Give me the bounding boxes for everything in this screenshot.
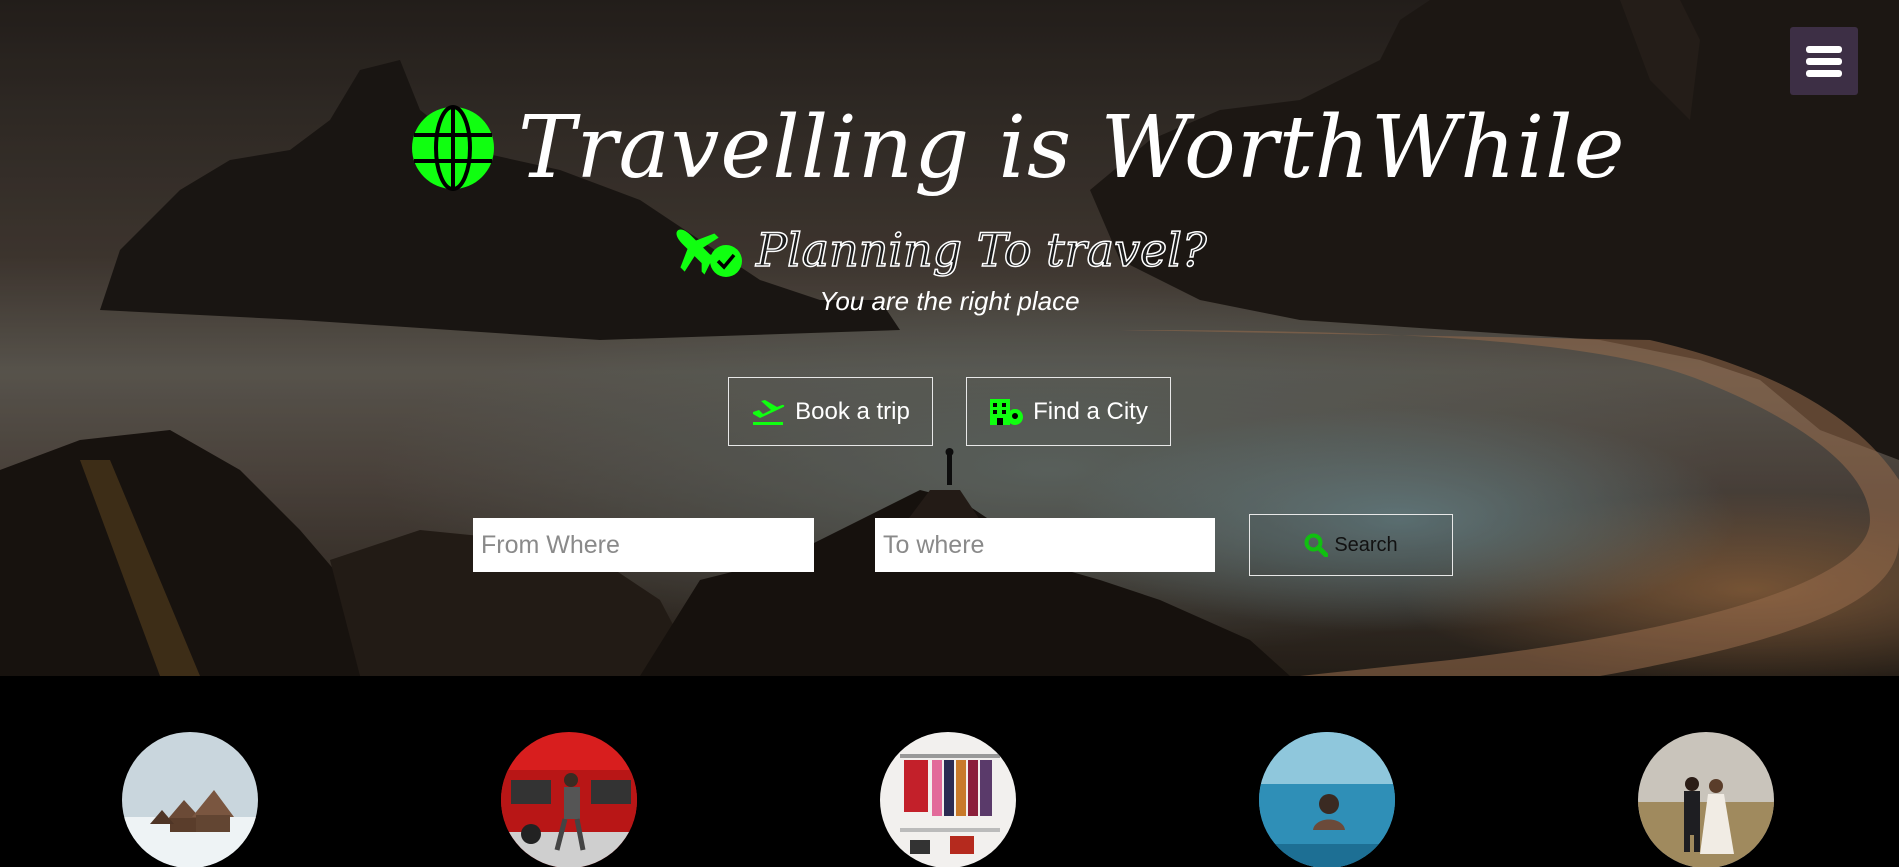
hero-subtitle: Planning To travel? (755, 222, 1207, 278)
hamburger-menu-icon (1806, 45, 1842, 53)
book-trip-button[interactable]: Book a trip (728, 377, 933, 446)
hamburger-menu-button[interactable] (1790, 27, 1858, 95)
hamburger-menu-icon-bar (1806, 69, 1842, 77)
hero-section: Travelling is WorthWhile Planning To tra… (0, 0, 1899, 676)
from-where-input[interactable] (473, 518, 814, 572)
red-bus-walker-image[interactable] (501, 732, 637, 867)
search-button[interactable]: Search (1249, 514, 1453, 576)
destination-gallery (0, 676, 1899, 867)
city-location-icon (990, 398, 1024, 425)
hero-title: Travelling is WorthWhile (518, 98, 1626, 198)
to-where-input[interactable] (875, 518, 1215, 572)
search-label: Search (1334, 533, 1398, 556)
hamburger-menu-icon-bar (1806, 57, 1842, 65)
book-trip-label: Book a trip (795, 397, 910, 425)
snowy-cabins-image[interactable] (122, 732, 258, 867)
plane-departure-icon (753, 399, 785, 425)
clothing-store-image[interactable] (880, 732, 1016, 867)
infinity-pool-image[interactable] (1259, 732, 1395, 867)
couple-field-image[interactable] (1638, 732, 1774, 867)
hero-subtitle-row: Planning To travel? (672, 218, 1207, 282)
hero-title-row: Travelling is WorthWhile (410, 88, 1626, 208)
globe-icon (412, 105, 494, 191)
find-city-button[interactable]: Find a City (966, 377, 1171, 446)
search-icon (1304, 533, 1329, 557)
plane-check-icon (676, 229, 742, 277)
hero-tagline: You are the right place (819, 286, 1080, 316)
find-city-label: Find a City (1033, 397, 1148, 425)
